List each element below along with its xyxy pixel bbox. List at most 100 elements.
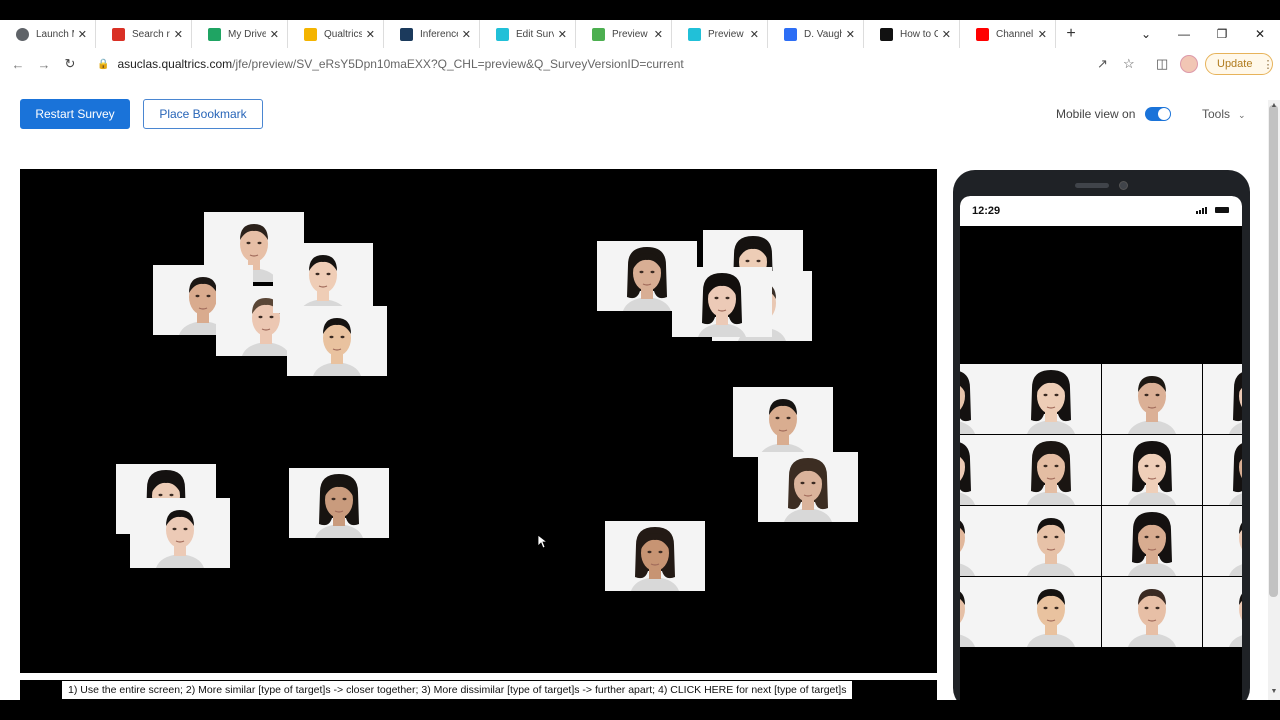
side-panel-icon[interactable]: ◫: [1156, 56, 1168, 72]
tab-label: Preview: [708, 28, 744, 40]
xm-icon: [496, 27, 509, 41]
phone-face-photo[interactable]: [1001, 577, 1101, 647]
close-tab-icon[interactable]: ✕: [462, 28, 471, 41]
browser-tab[interactable]: Qualtrics ✕: [288, 20, 384, 48]
next-target-instruction-button[interactable]: 1) Use the entire screen; 2) More simila…: [62, 681, 853, 699]
update-button[interactable]: Update ⋮: [1205, 53, 1273, 75]
tab-label: My Drive: [228, 28, 266, 40]
browser-tab[interactable]: Channel ✕: [960, 20, 1056, 48]
browser-tab[interactable]: Inference ✕: [384, 20, 480, 48]
back-arrow-icon[interactable]: ←: [5, 57, 31, 72]
phone-face-photo[interactable]: [960, 435, 1001, 505]
page-scrollbar-thumb[interactable]: [1269, 105, 1278, 597]
phone-status-bar: 12:29: [960, 196, 1242, 226]
mobile-view-label: Mobile view on: [1056, 107, 1136, 121]
bottom-black-strip: [0, 700, 1280, 720]
battery-icon: [1215, 207, 1229, 213]
mobile-preview-phone: 12:29: [953, 170, 1250, 710]
phone-face-photo[interactable]: [1203, 577, 1242, 647]
youtube-icon: [976, 27, 989, 41]
close-tab-icon[interactable]: ✕: [654, 28, 663, 41]
doc-icon: [400, 27, 413, 41]
gmail-icon: [112, 27, 125, 41]
phone-face-photo[interactable]: [1203, 506, 1242, 576]
browser-tab[interactable]: Launch M ✕: [0, 20, 96, 48]
close-tab-icon[interactable]: ✕: [942, 28, 951, 41]
bookmark-star-icon[interactable]: ☆: [1123, 56, 1135, 72]
survey-preview-page: Restart Survey Place Bookmark Mobile vie…: [0, 80, 1280, 710]
phone-face-photo[interactable]: [1102, 506, 1202, 576]
tools-menu[interactable]: Tools ⌄: [1202, 107, 1246, 121]
phone-face-photo[interactable]: [1203, 435, 1242, 505]
browser-tab[interactable]: How to C ✕: [864, 20, 960, 48]
scroll-up-arrow-icon[interactable]: ▲: [1268, 102, 1280, 112]
mouse-cursor-icon: [537, 534, 549, 549]
slides-icon: [304, 27, 317, 41]
toggle-knob: [1158, 108, 1170, 120]
phone-face-photo[interactable]: [960, 364, 1001, 434]
close-tab-icon[interactable]: ✕: [846, 28, 855, 41]
restore-window-button[interactable]: ❐: [1203, 20, 1241, 48]
close-tab-icon[interactable]: ✕: [750, 28, 759, 41]
share-icon[interactable]: ↗: [1097, 56, 1108, 72]
phone-face-photo[interactable]: [1001, 506, 1101, 576]
face-photo[interactable]: [605, 521, 705, 591]
drive-icon: [208, 27, 221, 41]
browser-tab[interactable]: Preview ✕: [576, 20, 672, 48]
phone-screen: 12:29: [960, 196, 1242, 710]
minimize-window-button[interactable]: —: [1165, 20, 1203, 48]
tab-label: Search re: [132, 28, 170, 40]
browser-tab[interactable]: D. Vaugh ✕: [768, 20, 864, 48]
dots-icon: [592, 27, 605, 41]
tab-search-chevron-icon[interactable]: ⌄: [1127, 20, 1165, 48]
phone-face-photo[interactable]: [960, 577, 1001, 647]
tab-label: Launch M: [36, 28, 74, 40]
update-label: Update: [1217, 58, 1253, 70]
url-field[interactable]: 🔒 asuclas.qualtrics.com/jfe/preview/SV_e…: [97, 57, 684, 71]
place-bookmark-button[interactable]: Place Bookmark: [143, 99, 263, 129]
url-host: asuclas.qualtrics.com: [117, 57, 233, 71]
lock-icon: 🔒: [97, 58, 110, 70]
phone-face-photo[interactable]: [1102, 364, 1202, 434]
phone-camera: [1119, 181, 1128, 190]
face-photo[interactable]: [672, 267, 772, 337]
tab-label: Inference: [420, 28, 458, 40]
phone-face-photo[interactable]: [1203, 364, 1242, 434]
close-tab-icon[interactable]: ✕: [1038, 28, 1047, 41]
browser-tab[interactable]: Preview ✕: [672, 20, 768, 48]
reload-icon[interactable]: ↻: [57, 56, 83, 72]
phone-face-photo[interactable]: [1001, 364, 1101, 434]
new-tab-button[interactable]: +: [1056, 25, 1086, 43]
close-tab-icon[interactable]: ✕: [558, 28, 567, 41]
mobile-view-toggle[interactable]: [1145, 107, 1171, 121]
face-photo[interactable]: [130, 498, 230, 568]
scroll-down-arrow-icon[interactable]: ▼: [1268, 688, 1280, 698]
browser-tab[interactable]: Edit Surv ✕: [480, 20, 576, 48]
close-tab-icon[interactable]: ✕: [270, 28, 279, 41]
face-photo[interactable]: [273, 243, 373, 313]
close-tab-icon[interactable]: ✕: [78, 28, 87, 41]
close-window-button[interactable]: ✕: [1241, 20, 1279, 48]
restart-survey-button[interactable]: Restart Survey: [20, 99, 130, 129]
browser-tab[interactable]: My Drive ✕: [192, 20, 288, 48]
forward-arrow-icon[interactable]: →: [31, 57, 57, 72]
address-bar: ← → ↻ 🔒 asuclas.qualtrics.com/jfe/previe…: [0, 48, 1280, 80]
phone-face-photo[interactable]: [1102, 435, 1202, 505]
face-photo[interactable]: [289, 468, 389, 538]
amazon-icon: [880, 27, 893, 41]
face-arrangement-canvas[interactable]: [20, 169, 937, 673]
face-photo[interactable]: [758, 452, 858, 522]
phone-face-photo[interactable]: [960, 506, 1001, 576]
close-tab-icon[interactable]: ✕: [366, 28, 375, 41]
phone-speaker: [1075, 183, 1109, 188]
face-photo[interactable]: [733, 387, 833, 457]
phone-face-photo[interactable]: [1001, 435, 1101, 505]
profile-avatar[interactable]: [1180, 55, 1198, 73]
phone-time: 12:29: [972, 205, 1001, 217]
face-photo[interactable]: [287, 306, 387, 376]
browser-tab[interactable]: Search re ✕: [96, 20, 192, 48]
tab-label: D. Vaugh: [804, 28, 842, 40]
phone-face-photo[interactable]: [1102, 577, 1202, 647]
close-tab-icon[interactable]: ✕: [174, 28, 183, 41]
signal-icon: [1196, 207, 1208, 214]
